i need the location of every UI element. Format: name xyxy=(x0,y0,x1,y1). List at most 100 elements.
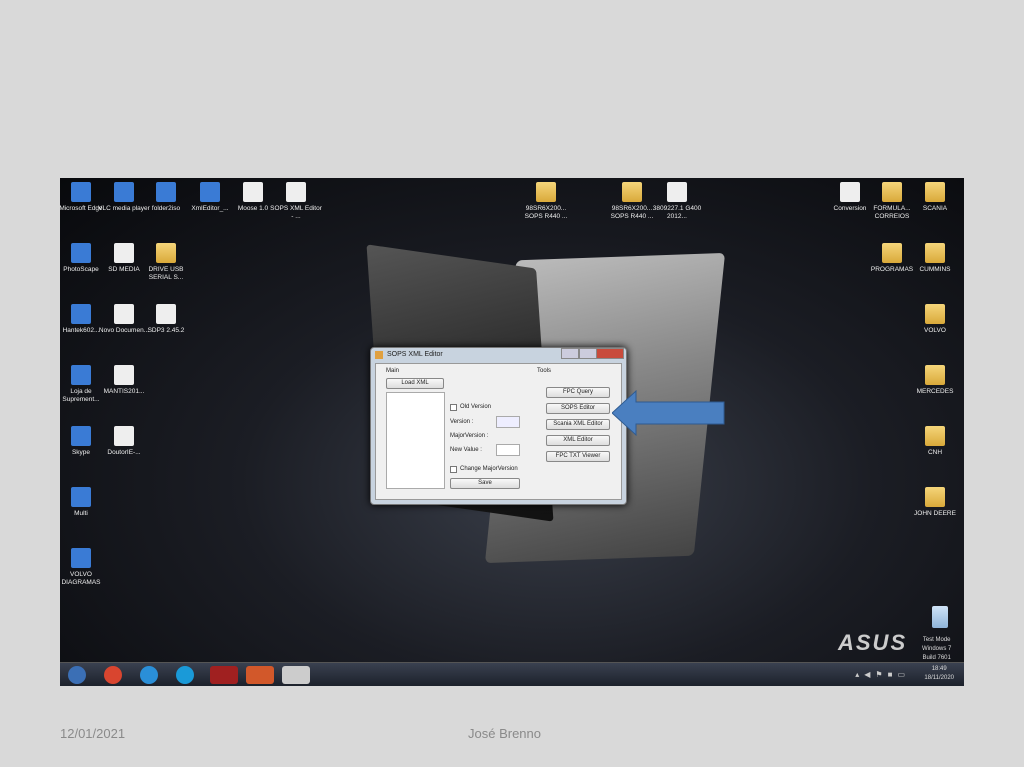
desktop-icon-label: SCANIA xyxy=(922,205,948,212)
desktop-icon-label: SOPS XML Editor - ... xyxy=(270,205,322,220)
file-icon xyxy=(114,304,134,324)
desktop-icon[interactable]: VOLVO xyxy=(909,304,961,335)
chrome-taskbar-icon[interactable] xyxy=(104,666,122,684)
xml-editor-button[interactable]: XML Editor xyxy=(546,435,610,446)
desktop-icon[interactable]: SDP3 2.45.2 xyxy=(140,304,192,335)
desktop-icon-label: Multi xyxy=(74,510,88,517)
desktop-icon[interactable]: 3809227.1 G400 2012... xyxy=(651,182,703,221)
old-version-label: Old Version xyxy=(460,404,492,410)
sops-editor-button[interactable]: SOPS Editor xyxy=(546,403,610,414)
major-version-label: MajorVersion : xyxy=(450,433,489,439)
app-icon xyxy=(156,182,176,202)
asus-logo: ASUS xyxy=(838,630,908,655)
desktop-icon[interactable]: JOHN DEERE xyxy=(909,487,961,518)
internet-explorer-taskbar-icon[interactable] xyxy=(140,666,158,684)
file-icon xyxy=(114,365,134,385)
folder-icon xyxy=(622,182,642,202)
file-icon xyxy=(114,243,134,263)
system-tray-icons[interactable]: ▴◀⚑■▭ xyxy=(855,670,910,679)
xml-list[interactable] xyxy=(386,392,445,489)
load-xml-button[interactable]: Load XML xyxy=(386,378,444,389)
desktop-icon[interactable]: Multi xyxy=(60,487,107,518)
desktop-icon[interactable]: SOPS XML Editor - ... xyxy=(270,182,322,221)
folder-icon xyxy=(536,182,556,202)
clock-time: 18:49 xyxy=(931,666,947,672)
minimize-button[interactable] xyxy=(561,348,579,359)
mcafee-taskbar-icon[interactable] xyxy=(210,666,238,684)
desktop-icon-label: JOHN DEERE xyxy=(914,510,956,517)
title-bar: SOPS XML Editor xyxy=(371,348,626,362)
app-icon xyxy=(71,426,91,446)
app-icon xyxy=(71,487,91,507)
app-icon xyxy=(71,548,91,568)
folder-icon xyxy=(925,243,945,263)
app-icon xyxy=(71,182,91,202)
powerpoint-taskbar-icon[interactable] xyxy=(246,666,274,684)
file-icon xyxy=(114,426,134,446)
sops-xml-editor-window: SOPS XML Editor Main Tools Load XML Old … xyxy=(370,347,627,505)
app-icon xyxy=(71,304,91,324)
folder-icon xyxy=(925,426,945,446)
taskbar: ▴◀⚑■▭ 18:49 18/11/2020 xyxy=(60,662,964,686)
main-group-label: Main xyxy=(386,368,400,374)
file-icon xyxy=(840,182,860,202)
maximize-button[interactable] xyxy=(579,348,597,359)
app-icon xyxy=(114,182,134,202)
folder-icon xyxy=(925,182,945,202)
tools-group-label: Tools xyxy=(537,368,552,374)
folder-icon xyxy=(882,182,902,202)
desktop-icon[interactable]: MERCEDES xyxy=(909,365,961,396)
desktop-icon[interactable]: SCANIA xyxy=(909,182,961,213)
clock-date: 18/11/2020 xyxy=(924,675,954,681)
close-button[interactable] xyxy=(596,348,624,359)
file-icon xyxy=(286,182,306,202)
watermark-line: Windows 7 xyxy=(922,646,952,652)
folder-icon xyxy=(925,487,945,507)
sops-xml-editor-taskbar-icon[interactable] xyxy=(282,666,310,684)
start-taskbar-icon[interactable] xyxy=(68,666,86,684)
old-version-checkbox[interactable] xyxy=(450,404,457,411)
watermark-line: Test Mode xyxy=(922,637,951,643)
scania-xml-editor-button[interactable]: Scania XML Editor xyxy=(546,419,610,430)
desktop-icon[interactable]: DRIVE USB SERIAL S... xyxy=(140,243,192,282)
fpc-query-button[interactable]: FPC Query xyxy=(546,387,610,398)
desktop-icon[interactable]: 98SR6X200... SOPS R440 ... xyxy=(520,182,572,221)
version-field[interactable] xyxy=(496,416,520,428)
edge-taskbar-icon[interactable] xyxy=(176,666,194,684)
new-value-field[interactable] xyxy=(496,444,520,456)
folder-icon xyxy=(925,365,945,385)
desktop-icon[interactable]: MANTIS201... xyxy=(98,365,150,396)
desktop-icon-label: 3809227.1 G400 2012... xyxy=(652,205,702,220)
folder-icon xyxy=(882,243,902,263)
file-icon xyxy=(667,182,687,202)
app-icon xyxy=(375,351,383,359)
desktop-icon[interactable]: CUMMINS xyxy=(909,243,961,274)
desktop-icon-label: MERCEDES xyxy=(916,388,954,395)
window-title: SOPS XML Editor xyxy=(387,351,443,358)
desktop-icon[interactable]: CNH xyxy=(909,426,961,457)
desktop-icon-label: VOLVO DIAGRAMAS xyxy=(61,571,101,586)
desktop-icon-label: SDP3 2.45.2 xyxy=(147,327,185,334)
desktop-icon-label: 98SR6X200... SOPS R440 ... xyxy=(524,205,568,220)
app-icon xyxy=(71,365,91,385)
folder-icon xyxy=(925,304,945,324)
version-label: Version : xyxy=(450,419,474,425)
desktop-icon-label: VOLVO xyxy=(924,327,946,334)
folder-icon xyxy=(156,243,176,263)
pointer-arrow-icon xyxy=(612,390,725,436)
desktop-screenshot: Microsoft Edge VLC media player folder2iso… xyxy=(60,178,964,686)
clock[interactable]: 18:49 18/11/2020 xyxy=(924,665,954,683)
desktop-icon[interactable]: DoutorIE-... xyxy=(98,426,150,457)
test-mode-watermark: Test Mode Windows 7 Build 7601 xyxy=(922,636,951,663)
save-button[interactable]: Save xyxy=(450,478,520,489)
desktop-icon[interactable]: VOLVO DIAGRAMAS xyxy=(60,548,107,587)
desktop-icon-label: CNH xyxy=(927,449,943,456)
app-icon xyxy=(200,182,220,202)
change-major-checkbox[interactable] xyxy=(450,466,457,473)
new-value-label: New Value : xyxy=(450,447,482,453)
desktop-icon-label: CUMMINS xyxy=(919,266,951,273)
fpc-txt-viewer-button[interactable]: FPC TXT Viewer xyxy=(546,451,610,462)
recycle-bin-icon[interactable] xyxy=(932,606,948,628)
desktop-icon-label: DRIVE USB SERIAL S... xyxy=(148,266,184,281)
change-major-label: Change MajorVersion xyxy=(460,466,518,472)
